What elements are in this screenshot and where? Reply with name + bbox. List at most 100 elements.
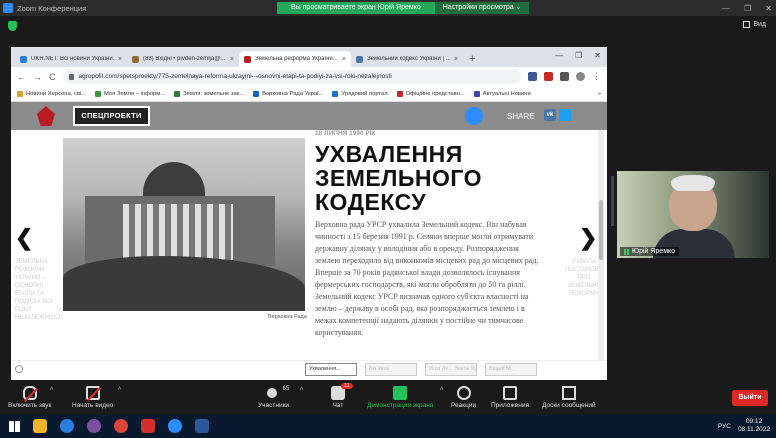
- share-screen-icon: [393, 386, 408, 400]
- back-button[interactable]: ←: [17, 72, 26, 82]
- bookmark-item[interactable]: Моя Земля – інформ...: [95, 90, 165, 97]
- timeline-thumb[interactable]: Указ Ле... Закон Куч...: [425, 363, 477, 376]
- tab-close-icon[interactable]: ×: [118, 56, 122, 63]
- bookmark-item[interactable]: Верховна Рада Украї...: [253, 90, 323, 97]
- bookmark-item[interactable]: Новини Херсона, сві...: [17, 90, 87, 97]
- timeline-thumb[interactable]: Ухвалення...: [305, 363, 357, 376]
- photo-caption: Верховна Рада: [268, 314, 307, 320]
- forward-button[interactable]: →: [33, 72, 42, 82]
- word-icon[interactable]: [195, 419, 209, 433]
- tab-close-icon[interactable]: ×: [230, 56, 234, 63]
- twitter-icon[interactable]: [559, 109, 571, 121]
- browser-tab[interactable]: Земельний кодекс України | ... ×: [351, 51, 463, 67]
- view-button[interactable]: Вид: [743, 21, 766, 28]
- unmute-button[interactable]: Включить звук: [8, 386, 51, 409]
- browser-close-button[interactable]: ✕: [594, 51, 601, 60]
- browser-menu-button[interactable]: ⋮: [592, 71, 601, 82]
- special-projects-button[interactable]: СПЕЦПРОЕКТИ: [73, 106, 150, 126]
- browser-tab[interactable]: UKR.NET: Всі новини України... ×: [15, 51, 127, 67]
- tab-close-icon[interactable]: ×: [454, 56, 458, 63]
- shield-icon[interactable]: [8, 21, 17, 31]
- tab-favicon-icon: [244, 55, 251, 63]
- browser-toolbar: ← → C agropolit.com/spetsproekty/775-zem…: [11, 67, 607, 86]
- start-video-button[interactable]: Начать видео: [72, 386, 113, 409]
- next-slide-arrow-icon[interactable]: ❯: [579, 225, 597, 251]
- audio-options-caret[interactable]: ^: [50, 387, 53, 394]
- timeline-strip: Ухвалення... Вті Указ Указ Ле... Закон К…: [11, 360, 607, 380]
- participant-video-tile[interactable]: Юрій Яремко: [617, 171, 769, 258]
- article-headline: УХВАЛЕННЯ ЗЕМЕЛЬНОГО КОДЕКСУ: [315, 141, 483, 215]
- agropolit-logo-icon[interactable]: [37, 106, 55, 126]
- participants-options-caret[interactable]: ^: [300, 387, 303, 394]
- window-controls: — ❐ ✕: [722, 0, 772, 16]
- browser-minimize-button[interactable]: —: [555, 51, 563, 60]
- close-button[interactable]: ✕: [765, 4, 772, 13]
- bookmark-item[interactable]: Урядовий портал: [332, 90, 388, 97]
- lock-icon: [68, 73, 74, 80]
- chat-unread-badge: 11: [341, 383, 353, 389]
- scrollbar-thumb[interactable]: [599, 200, 603, 260]
- participants-count: 65: [282, 386, 290, 392]
- reactions-icon: [456, 386, 471, 400]
- timeline-thumb[interactable]: Вті Указ: [365, 363, 417, 376]
- browser-maximize-button[interactable]: ❐: [575, 51, 582, 60]
- minimize-button[interactable]: —: [722, 4, 730, 13]
- whiteboard-button[interactable]: Доски сообщений: [542, 386, 596, 409]
- leave-button[interactable]: Выйти: [732, 390, 768, 406]
- clock-date: 08.11.2022: [737, 426, 770, 433]
- extension-icon[interactable]: [528, 72, 537, 81]
- share-banner: Вы просматриваете экран Юрій Яремко Наст…: [277, 2, 530, 14]
- reactions-label: Реакции: [451, 402, 477, 409]
- bookmark-item[interactable]: Актуальні Новини: [473, 90, 531, 97]
- tab-close-icon[interactable]: ×: [342, 56, 346, 63]
- share-scrollbar[interactable]: [611, 176, 614, 226]
- extension-icon[interactable]: [560, 72, 569, 81]
- bookmarks-bar: Новини Херсона, сві... Моя Земля – інфор…: [11, 86, 607, 102]
- article-body: Верховна рада УРСР ухвалила Земельний ко…: [315, 220, 539, 337]
- prev-slide-label[interactable]: ЗЕМЕЛЬНА РЕФОРМА УКРАЇНИ – ОСНОВНІ ЕТАПИ…: [15, 258, 63, 322]
- windows-start-icon[interactable]: [9, 420, 20, 432]
- page-scrollbar[interactable]: [598, 130, 604, 360]
- reactions-button[interactable]: Реакции: [451, 386, 476, 409]
- browser-tab[interactable]: (88) Вхідні • pivden-zemlja@... ×: [127, 51, 239, 67]
- zoom-icon[interactable]: [168, 419, 182, 433]
- start-video-label: Начать видео: [72, 402, 114, 409]
- search-icon[interactable]: [465, 107, 483, 125]
- bookmarks-more-button[interactable]: »: [598, 91, 601, 97]
- new-tab-button[interactable]: +: [469, 53, 475, 65]
- bookmark-item[interactable]: Офіційне представн...: [396, 90, 465, 97]
- bookmark-item[interactable]: Земля: земельне зак...: [174, 90, 244, 97]
- explorer-icon[interactable]: [33, 419, 47, 433]
- vk-icon[interactable]: vk: [544, 109, 556, 121]
- video-options-caret[interactable]: ^: [118, 387, 121, 394]
- maximize-button[interactable]: ❐: [744, 4, 751, 13]
- address-bar[interactable]: agropolit.com/spetsproekty/775-zemelnaya…: [62, 69, 521, 84]
- chrome-icon[interactable]: [114, 419, 128, 433]
- zoom-toolbar: Включить звук ^ Начать видео ^ 65 Участн…: [0, 383, 776, 414]
- zoom-search-icon[interactable]: [15, 365, 23, 373]
- prev-slide-arrow-icon[interactable]: ❮: [15, 225, 33, 251]
- taskbar-clock[interactable]: 09:12 08.11.2022: [738, 418, 770, 434]
- language-indicator[interactable]: РУС: [718, 423, 731, 430]
- zoom-topbar: Вид: [0, 16, 776, 36]
- apps-button[interactable]: Приложения: [491, 386, 529, 409]
- url-text: agropolit.com/spetsproekty/775-zemelnaya…: [78, 73, 392, 80]
- timeline-thumb[interactable]: Віщий М...: [485, 363, 537, 376]
- window-title: Zoom Конференция: [17, 3, 87, 13]
- viber-icon[interactable]: [87, 419, 101, 433]
- view-options-button[interactable]: Настройки просмотра ⌄: [434, 2, 530, 14]
- acrobat-icon[interactable]: [141, 419, 155, 433]
- profile-avatar-icon[interactable]: [576, 72, 585, 81]
- share-screen-button[interactable]: Демонстрация экрана: [367, 386, 433, 409]
- bookmark-label: Новини Херсона, сві...: [26, 90, 87, 97]
- share-options-caret[interactable]: ^: [440, 387, 443, 394]
- tab-label: Земельна реформа України...: [255, 56, 338, 62]
- edge-icon[interactable]: [60, 419, 74, 433]
- chat-button[interactable]: 11 Чат: [331, 383, 353, 409]
- reload-button[interactable]: C: [49, 72, 56, 82]
- share-screen-label: Демонстрация экрана: [367, 402, 434, 409]
- participants-button[interactable]: 65 Участники: [258, 386, 289, 409]
- browser-tab-active[interactable]: Земельна реформа України... ×: [239, 51, 351, 67]
- extension-icon[interactable]: [544, 72, 553, 81]
- event-date: 18 ЛИПНЯ 1990 РІК: [315, 130, 376, 137]
